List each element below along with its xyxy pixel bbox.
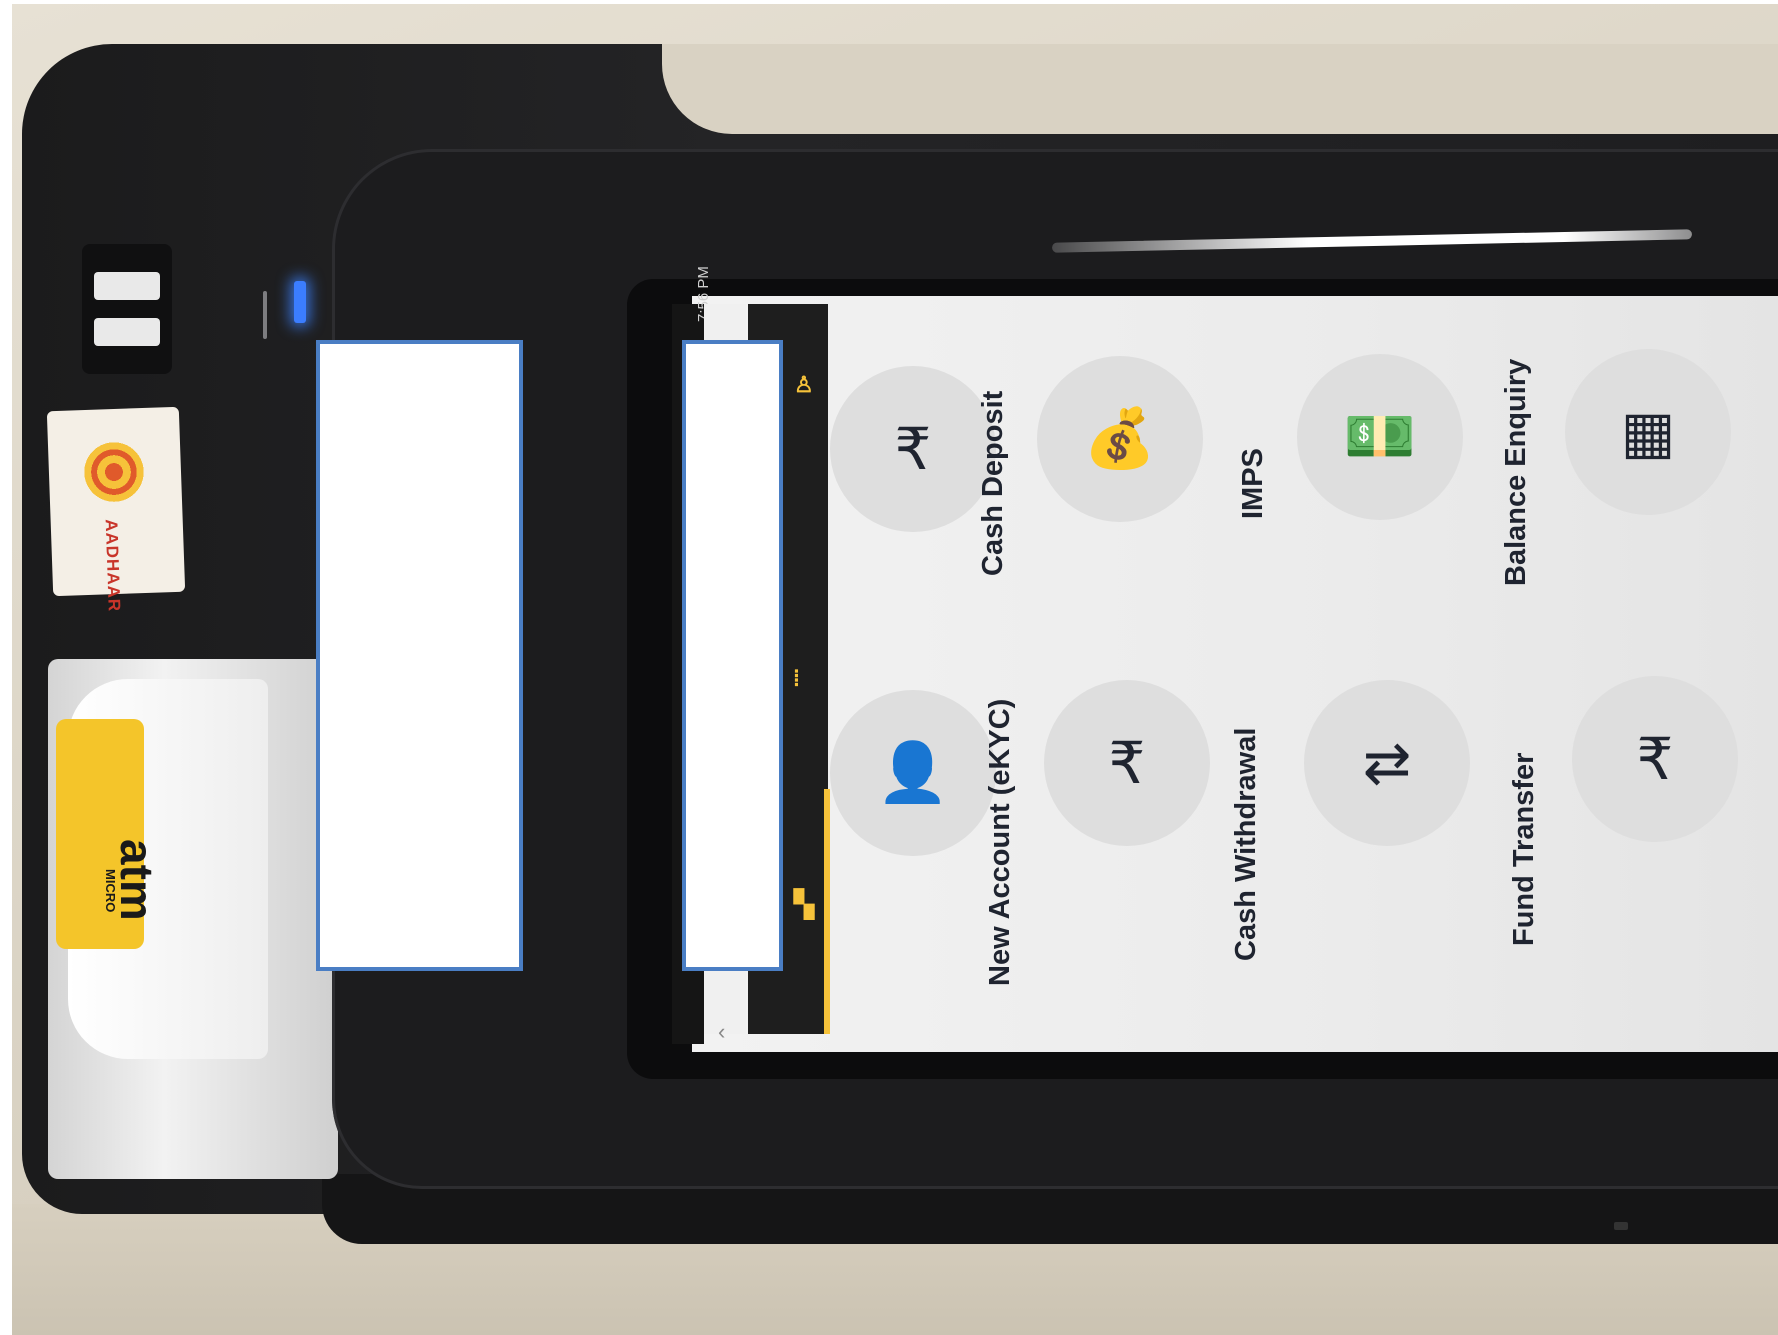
statement-button[interactable]: ▦ bbox=[1565, 349, 1731, 515]
matm-sticker-small-text: MICRO bbox=[103, 869, 118, 913]
matm-sticker-text: atm bbox=[111, 839, 163, 921]
led-indicator-mark bbox=[263, 291, 267, 339]
new-account-label: New Account (eKYC) bbox=[984, 698, 1016, 986]
balance-enquiry-label: Balance Enquiry bbox=[1500, 358, 1532, 586]
tab-list-icon[interactable]: ⦙ bbox=[794, 666, 799, 692]
cash-withdrawal-button[interactable]: ₹ bbox=[1044, 680, 1210, 846]
matm-sticker: atm MICRO bbox=[56, 719, 163, 949]
cash-withdrawal-icon: ₹ bbox=[1108, 731, 1146, 796]
balance-enquiry-button[interactable]: 💵 bbox=[1297, 354, 1463, 520]
aadhaar-logo-icon bbox=[77, 435, 151, 509]
new-account-button[interactable]: 👤 bbox=[830, 690, 996, 856]
device-photo: AADHAAR atm MICRO 7:56 PM ‹ ▚ ⦙ ♙ 👤 New … bbox=[12, 4, 1778, 1335]
fund-transfer-label: Fund Transfer bbox=[1508, 752, 1540, 946]
receipt-printer: atm MICRO bbox=[48, 659, 338, 1179]
statement-icon: ▦ bbox=[1620, 400, 1676, 465]
imps-button[interactable]: 💰 bbox=[1037, 356, 1203, 522]
side-button[interactable] bbox=[1614, 1222, 1628, 1230]
aadhaar-sticker: AADHAAR bbox=[46, 406, 186, 612]
cash-deposit-icon: ₹ bbox=[894, 417, 932, 482]
redaction-box bbox=[316, 340, 523, 971]
tab-grid-icon[interactable]: ▚ bbox=[794, 889, 814, 920]
scanner-slot bbox=[94, 318, 160, 346]
cash-withdrawal-label: Cash Withdrawal bbox=[1230, 727, 1262, 961]
cash-deposit-label: Cash Deposit bbox=[977, 390, 1009, 576]
device-top-edge bbox=[662, 44, 1778, 134]
back-chevron-icon[interactable]: ‹ bbox=[718, 1019, 725, 1045]
fund-transfer-icon: ⇄ bbox=[1362, 731, 1412, 796]
mini-statement-button[interactable]: ₹ bbox=[1572, 676, 1738, 842]
status-led bbox=[294, 281, 306, 323]
person-add-icon: 👤 bbox=[876, 740, 950, 805]
money-bag-icon: 💰 bbox=[1083, 406, 1157, 471]
cash-deposit-button[interactable]: ₹ bbox=[830, 366, 996, 532]
money-transfer-icon: ₹ bbox=[1636, 727, 1674, 792]
fingerprint-scanner bbox=[82, 244, 172, 374]
aadhaar-sticker-text: AADHAAR bbox=[101, 518, 124, 613]
active-tab-indicator bbox=[824, 789, 830, 1034]
scanner-slot bbox=[94, 272, 160, 300]
tab-user-icon[interactable]: ♙ bbox=[794, 372, 814, 398]
redaction-box bbox=[682, 340, 783, 971]
imps-label: IMPS bbox=[1237, 448, 1269, 519]
fund-transfer-button[interactable]: ⇄ bbox=[1304, 680, 1470, 846]
balance-enquiry-icon: 💵 bbox=[1343, 404, 1417, 469]
